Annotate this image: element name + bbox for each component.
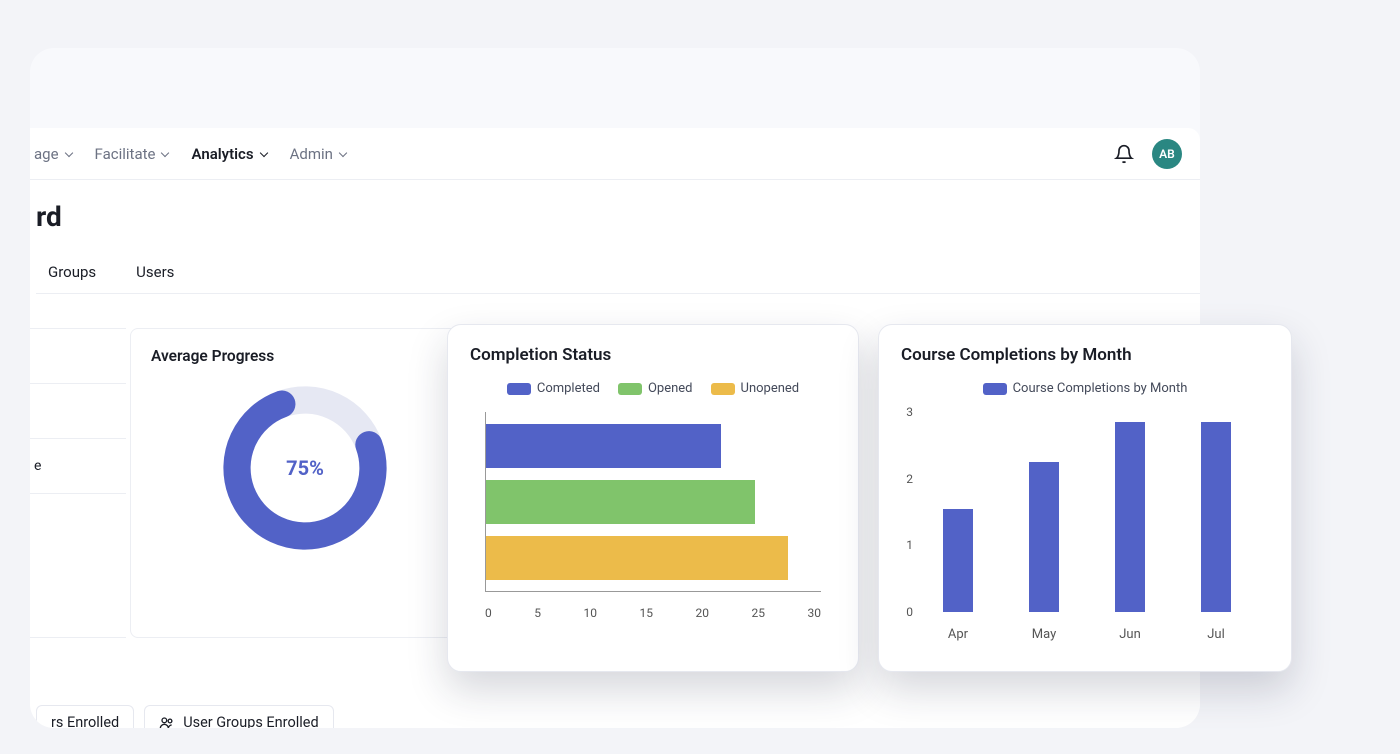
x-tick: Jul [1173,627,1259,642]
card-title: Course Completions by Month [901,345,1269,365]
avatar[interactable]: AB [1152,139,1182,169]
legend-label: Course Completions by Month [1013,381,1188,396]
nav-item-label: Admin [290,145,333,163]
chevron-down-icon [338,149,347,158]
hbar [486,480,755,524]
legend-item: Course Completions by Month [983,381,1188,396]
page-header: rd Groups Users [30,180,1200,294]
pill-user-groups-enrolled[interactable]: User Groups Enrolled [144,705,333,728]
vbar [1115,422,1145,612]
sliver-row [30,384,126,439]
avatar-initials: AB [1159,147,1175,161]
page-tabs: Groups Users [36,263,1200,294]
x-tick: 30 [808,606,822,620]
completions-by-month-chart: 0123 AprMayJunJul [895,412,1265,648]
nav-item-facilitate[interactable]: Facilitate [95,145,170,163]
legend-swatch [983,383,1007,395]
x-tick: 25 [752,606,766,620]
nav-item-manage[interactable]: age [34,145,73,163]
bottom-pill-tabs: rs Enrolled User Groups Enrolled [30,705,334,728]
x-tick: 10 [584,606,598,620]
sliver-row: e [30,439,126,494]
x-tick: 0 [485,606,492,620]
y-tick: 3 [899,405,913,419]
users-icon [159,716,175,729]
legend-swatch [507,383,531,395]
y-tick: 1 [899,538,913,552]
nav-right: AB [1114,139,1182,169]
donut-percent-label: 75% [220,383,390,553]
x-tick: 15 [640,606,654,620]
legend-label: Completed [537,381,600,396]
nav-item-label: Analytics [191,145,253,163]
legend-swatch [618,383,642,395]
pill-label: User Groups Enrolled [183,714,318,728]
x-tick: 5 [534,606,541,620]
sliver-row [30,329,126,384]
x-tick: May [1001,627,1087,642]
completion-status-chart: 0 5 10 15 20 25 30 [473,412,833,632]
legend-item-unopened: Unopened [711,381,800,396]
completions-by-month-card: Course Completions by Month Course Compl… [878,324,1292,672]
nav-item-analytics[interactable]: Analytics [191,145,267,163]
x-tick: Apr [915,627,1001,642]
average-progress-donut: 75% [220,383,390,553]
bell-icon[interactable] [1114,144,1134,164]
legend-swatch [711,383,735,395]
completion-status-legend: Completed Opened Unopened [470,381,836,396]
hbar [486,424,721,468]
average-progress-card: Average Progress 75% [130,328,480,638]
completions-by-month-legend: Course Completions by Month [901,381,1269,396]
nav-item-label: Facilitate [95,145,156,163]
chevron-down-icon [259,149,268,158]
hbar [486,536,788,580]
pill-label: rs Enrolled [51,714,119,728]
donut-wrap: 75% [151,383,459,553]
nav-item-admin[interactable]: Admin [290,145,347,163]
legend-label: Unopened [741,381,800,396]
x-tick: Jun [1087,627,1173,642]
y-tick: 2 [899,472,913,486]
vbar [1029,462,1059,612]
vbar [1201,422,1231,612]
chevron-down-icon [160,149,169,158]
legend-label: Opened [648,381,693,396]
nav-item-label: age [34,145,59,163]
legend-item-opened: Opened [618,381,693,396]
page-title: rd [36,200,1200,233]
nav-items: age Facilitate Analytics Admin [34,145,347,163]
x-tick: 20 [696,606,710,620]
vbar [943,509,973,612]
legend-item-completed: Completed [507,381,600,396]
card-title: Completion Status [470,345,836,365]
y-tick: 0 [899,605,913,619]
top-nav: age Facilitate Analytics Admin [30,128,1200,180]
tab-groups[interactable]: Groups [48,263,96,293]
chevron-down-icon [64,149,73,158]
completion-status-card: Completion Status Completed Opened Unope… [447,324,859,672]
card-title: Average Progress [151,347,459,365]
pill-users-enrolled[interactable]: rs Enrolled [36,705,134,728]
left-partial-card: e [30,328,126,638]
tab-users[interactable]: Users [136,263,174,293]
